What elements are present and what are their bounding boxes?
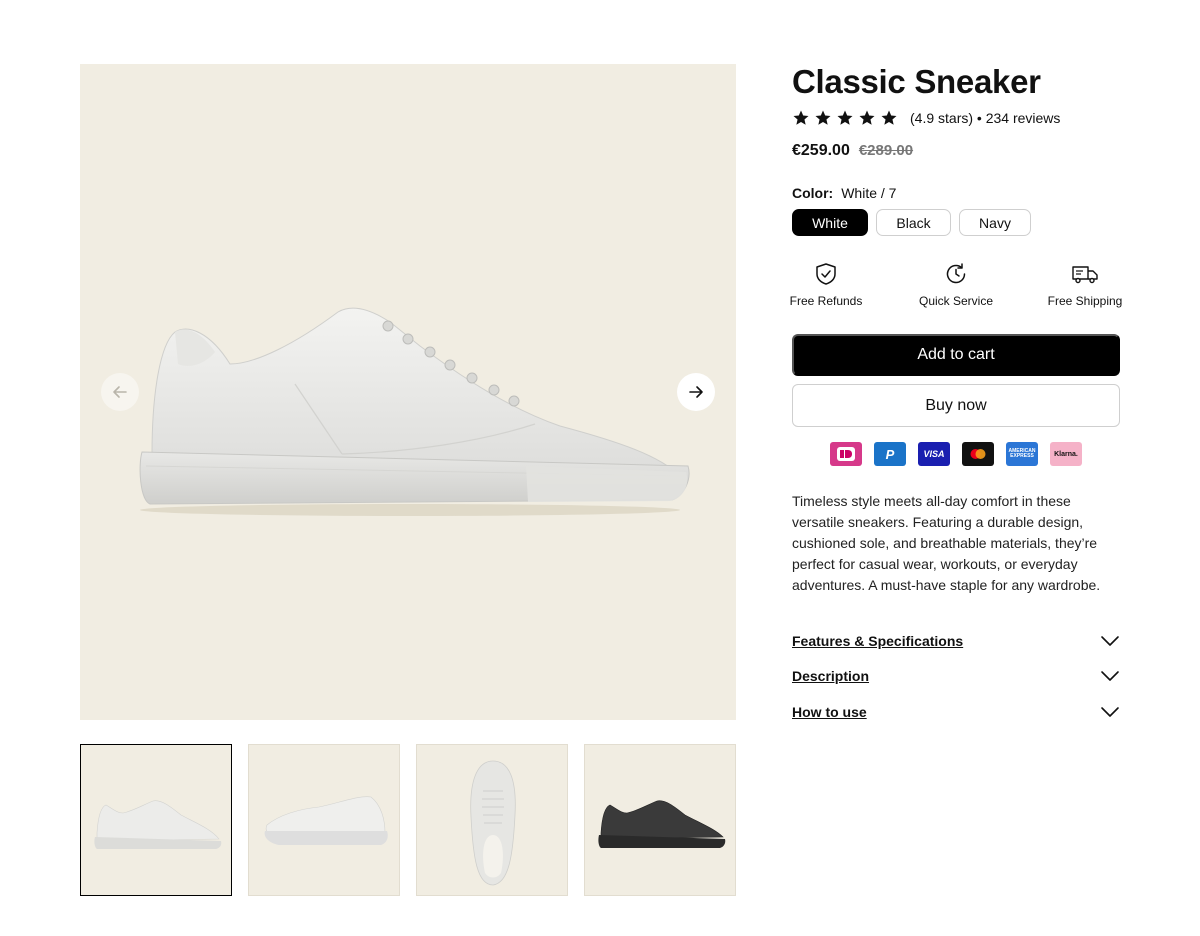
star-icon <box>815 110 831 125</box>
truck-icon <box>1072 266 1098 284</box>
accordion-how-to-use[interactable]: How to use <box>792 700 1120 724</box>
star-icon <box>881 110 897 125</box>
main-product-image <box>80 64 736 720</box>
clock-refresh-icon <box>946 263 966 284</box>
feature-quick-service: Quick Service <box>918 262 994 308</box>
sneaker-white-side-thumbnail <box>94 800 222 849</box>
arrow-right-icon <box>689 386 703 398</box>
price-row: €259.00 €289.00 <box>792 142 913 160</box>
sneaker-white-angle-thumbnail <box>264 796 388 845</box>
accordion-label: How to use <box>792 704 867 720</box>
sneaker-black-side-thumbnail <box>598 800 726 848</box>
accordion-label: Features & Specifications <box>792 633 964 649</box>
original-price: €289.00 <box>858 142 914 159</box>
sneaker-white-side-image <box>139 307 690 516</box>
paypal-icon: P <box>874 442 906 466</box>
thumbnail-strip <box>80 744 736 896</box>
next-image-button[interactable] <box>677 373 715 411</box>
color-option-navy[interactable]: Navy <box>959 209 1031 236</box>
sneaker-white-top-thumbnail <box>470 760 516 886</box>
current-price: €259.00 <box>792 142 850 159</box>
product-info-panel: Classic Sneaker (4.9 stars) • 234 review… <box>790 63 1123 721</box>
color-options: White Black Navy <box>792 209 1031 236</box>
feature-free-refunds: Free Refunds <box>789 262 863 308</box>
color-label: Color: <box>792 185 834 201</box>
shield-check-icon <box>816 263 836 285</box>
previous-image-button[interactable] <box>101 373 139 411</box>
klarna-icon: Klarna. <box>1050 442 1082 466</box>
service-features: Free Refunds Quick Service Free Shipping <box>789 262 1123 312</box>
feature-label: Quick Service <box>918 294 994 308</box>
visa-icon: VISA <box>918 442 950 466</box>
accordion-label: Description <box>792 668 870 684</box>
star-icon <box>837 110 853 125</box>
star-icon <box>793 110 809 125</box>
rating-text: (4.9 stars) • 234 reviews <box>910 110 1061 126</box>
amex-icon: AMERICAN EXPRESS <box>1006 442 1038 466</box>
thumbnail-3[interactable] <box>416 744 568 896</box>
product-title: Classic Sneaker <box>792 63 1041 100</box>
mastercard-icon <box>962 442 994 466</box>
chevron-down-icon <box>1101 671 1119 681</box>
thumbnail-2[interactable] <box>248 744 400 896</box>
star-icon <box>859 110 875 125</box>
chevron-down-icon <box>1101 707 1119 717</box>
rating-row[interactable]: (4.9 stars) • 234 reviews <box>792 108 1060 128</box>
add-to-cart-button[interactable]: Add to cart <box>792 334 1120 376</box>
color-option-white[interactable]: White <box>792 209 868 236</box>
feature-label: Free Shipping <box>1047 294 1123 308</box>
feature-label: Free Refunds <box>789 294 863 308</box>
color-option-black[interactable]: Black <box>876 209 951 236</box>
chevron-down-icon <box>1101 636 1119 646</box>
feature-free-shipping: Free Shipping <box>1047 262 1123 308</box>
accordion-features-specifications[interactable]: Features & Specifications <box>792 629 1120 653</box>
thumbnail-4[interactable] <box>584 744 736 896</box>
star-rating <box>792 109 898 127</box>
thumbnail-1[interactable] <box>80 744 232 896</box>
payment-methods: P VISA AMERICAN EXPRESS Klarna. <box>830 442 1082 466</box>
ideal-icon <box>830 442 862 466</box>
product-description: Timeless style meets all-day comfort in … <box>792 493 1101 593</box>
arrow-left-icon <box>113 386 127 398</box>
accordion-description[interactable]: Description <box>792 664 1120 688</box>
color-selection-label: Color: White / 7 <box>792 185 896 201</box>
selected-color-value: White / 7 <box>841 185 897 201</box>
buy-now-button[interactable]: Buy now <box>792 384 1120 427</box>
